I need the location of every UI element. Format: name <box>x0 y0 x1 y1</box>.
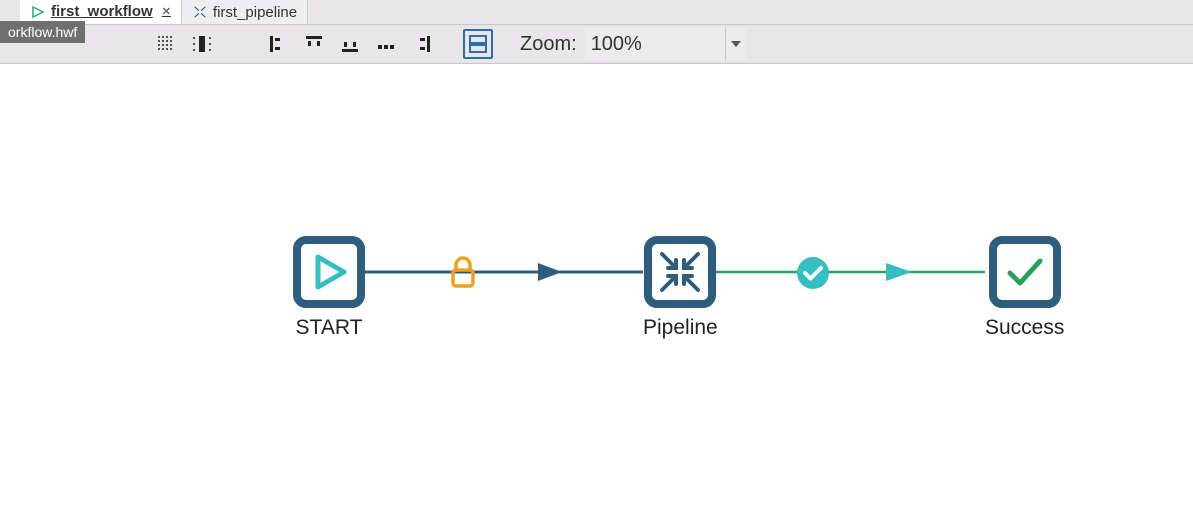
align-right-icon[interactable] <box>407 29 437 59</box>
align-bottom-icon[interactable] <box>335 29 365 59</box>
filename-chip: orkflow.hwf <box>0 21 85 43</box>
node-pipeline[interactable]: Pipeline <box>643 236 718 340</box>
node-box <box>989 236 1061 308</box>
workflow-canvas[interactable]: START Pipeline Success <box>0 64 1193 513</box>
tab-first-pipeline[interactable]: first_pipeline <box>182 0 308 24</box>
node-label: Success <box>985 316 1064 340</box>
chevron-down-icon <box>731 41 741 47</box>
layout-icon[interactable] <box>463 29 493 59</box>
collapse-arrows-icon <box>658 250 702 294</box>
grid-icon[interactable] <box>151 29 181 59</box>
distribute-icon[interactable] <box>371 29 401 59</box>
toolbar: Zoom: 100% <box>0 24 1193 64</box>
node-label: Pipeline <box>643 316 718 340</box>
node-box <box>644 236 716 308</box>
snap-icon[interactable] <box>187 29 217 59</box>
play-icon <box>308 251 350 293</box>
node-success[interactable]: Success <box>985 236 1064 340</box>
tab-bar: first_workflow ✕ first_pipeline <box>0 0 1193 24</box>
node-box <box>293 236 365 308</box>
zoom-dropdown-button[interactable] <box>725 28 747 60</box>
arrow-icon <box>30 4 46 20</box>
align-top-icon[interactable] <box>299 29 329 59</box>
zoom-value[interactable]: 100% <box>585 28 725 60</box>
close-icon[interactable]: ✕ <box>162 5 171 18</box>
zoom-label: Zoom: <box>512 33 585 56</box>
checkmark-icon <box>1002 249 1048 295</box>
check-badge-icon[interactable] <box>796 256 830 295</box>
lock-icon[interactable] <box>448 256 478 295</box>
align-left-icon[interactable] <box>263 29 293 59</box>
tab-label: first_workflow <box>51 3 153 20</box>
node-label: START <box>296 316 363 340</box>
pipeline-icon <box>192 4 208 20</box>
node-start[interactable]: START <box>293 236 365 340</box>
tab-label: first_pipeline <box>213 4 297 21</box>
